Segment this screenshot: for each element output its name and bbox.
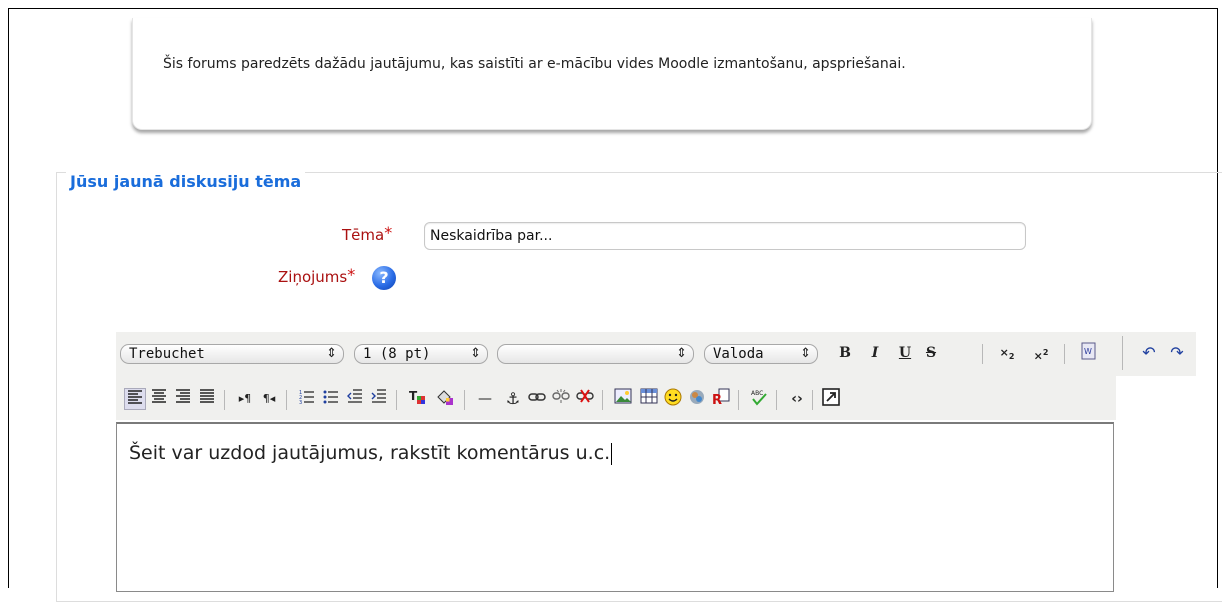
svg-text:W: W	[1084, 347, 1092, 356]
insert-char-icon[interactable]	[686, 388, 708, 410]
svg-text:ABC: ABC	[751, 390, 763, 397]
font-family-select[interactable]: Trebuchet ⇕	[120, 344, 344, 364]
align-center-icon[interactable]	[148, 388, 170, 410]
align-right-icon[interactable]	[172, 388, 194, 410]
text-cursor	[611, 442, 613, 465]
message-editor[interactable]: Šeit var uzdod jautājumus, rakstīt komen…	[116, 422, 1114, 592]
ordered-list-icon[interactable]: 123	[296, 388, 318, 410]
html-source-icon[interactable]: ‹›	[786, 388, 808, 410]
indent-icon[interactable]	[368, 388, 390, 410]
message-label: Ziņojums*	[278, 265, 356, 287]
table-icon[interactable]	[638, 388, 660, 410]
select-arrow-icon: ⇕	[800, 346, 811, 361]
rtl-icon[interactable]: ¶◂	[258, 388, 280, 410]
toolbar-separator	[396, 390, 397, 410]
anchor-icon[interactable]: ⚓	[502, 388, 524, 410]
select-arrow-icon: ⇕	[676, 346, 687, 361]
forum-intro-text: Šis forums paredzēts dažādu jautājumu, k…	[163, 56, 906, 72]
strikethrough-icon[interactable]: S	[920, 342, 942, 364]
fullscreen-icon[interactable]	[820, 388, 842, 410]
superscript-icon[interactable]: ×2	[1030, 342, 1052, 364]
nolink-icon[interactable]	[574, 388, 596, 410]
font-family-value: Trebuchet	[129, 346, 205, 362]
horizontal-rule-icon[interactable]: —	[474, 388, 496, 410]
subject-label-text: Tēma	[342, 226, 385, 244]
underline-icon[interactable]: U	[894, 342, 916, 364]
svg-text:R: R	[712, 393, 722, 406]
redo-icon[interactable]: ↷	[1166, 342, 1188, 364]
language-select[interactable]: Valoda ⇕	[704, 344, 818, 364]
italic-icon[interactable]: I	[864, 342, 886, 364]
align-left-icon[interactable]	[124, 388, 146, 410]
subject-label: Tēma*	[342, 223, 393, 245]
toolbar-separator	[1064, 344, 1065, 364]
outdent-icon[interactable]	[344, 388, 366, 410]
toolbar-separator	[464, 390, 465, 410]
forum-intro-box: Šis forums paredzēts dažādu jautājumu, k…	[132, 18, 1092, 130]
justify-icon[interactable]	[196, 388, 218, 410]
unlink-icon[interactable]	[550, 388, 572, 410]
background-color-icon[interactable]	[434, 388, 456, 410]
subject-input[interactable]	[424, 222, 1026, 250]
toolbar-separator	[776, 390, 777, 410]
editor-content-text: Šeit var uzdod jautājumus, rakstīt komen…	[129, 442, 611, 464]
language-value: Valoda	[713, 346, 764, 362]
toolbar-separator	[286, 390, 287, 410]
image-icon[interactable]	[612, 388, 634, 410]
toolbar-separator	[738, 390, 739, 410]
smiley-icon[interactable]	[662, 388, 684, 410]
toolbar-separator	[982, 344, 983, 364]
spellcheck-icon[interactable]: ABC	[748, 388, 770, 410]
select-arrow-icon: ⇕	[470, 346, 481, 361]
search-replace-icon[interactable]: R	[710, 388, 732, 410]
editor-content: Šeit var uzdod jautājumus, rakstīt komen…	[129, 442, 613, 465]
required-marker: *	[347, 265, 356, 284]
toolbar-separator	[812, 390, 813, 410]
subscript-icon[interactable]: ×2	[996, 342, 1018, 364]
required-marker: *	[384, 223, 393, 242]
toolbar-separator	[224, 390, 225, 410]
unordered-list-icon[interactable]	[320, 388, 342, 410]
select-arrow-icon: ⇕	[326, 346, 337, 361]
paste-word-icon[interactable]: W	[1078, 342, 1100, 364]
message-label-text: Ziņojums	[278, 268, 348, 286]
font-size-select[interactable]: 1 (8 pt) ⇕	[354, 344, 488, 364]
bold-icon[interactable]: B	[834, 342, 856, 364]
format-select[interactable]: ⇕	[497, 344, 694, 364]
fieldset-legend: Jūsu jaunā diskusiju tēma	[66, 171, 306, 193]
font-size-value: 1 (8 pt)	[363, 346, 431, 362]
help-icon[interactable]: ?	[372, 266, 396, 290]
toolbar-separator	[1122, 336, 1123, 370]
ltr-icon[interactable]: ▸¶	[234, 388, 256, 410]
svg-text:3: 3	[299, 400, 302, 404]
text-color-icon[interactable]: T	[406, 388, 428, 410]
svg-text:T: T	[409, 389, 418, 403]
undo-icon[interactable]: ↶	[1138, 342, 1160, 364]
toolbar-separator	[602, 390, 603, 410]
link-icon[interactable]	[526, 388, 548, 410]
